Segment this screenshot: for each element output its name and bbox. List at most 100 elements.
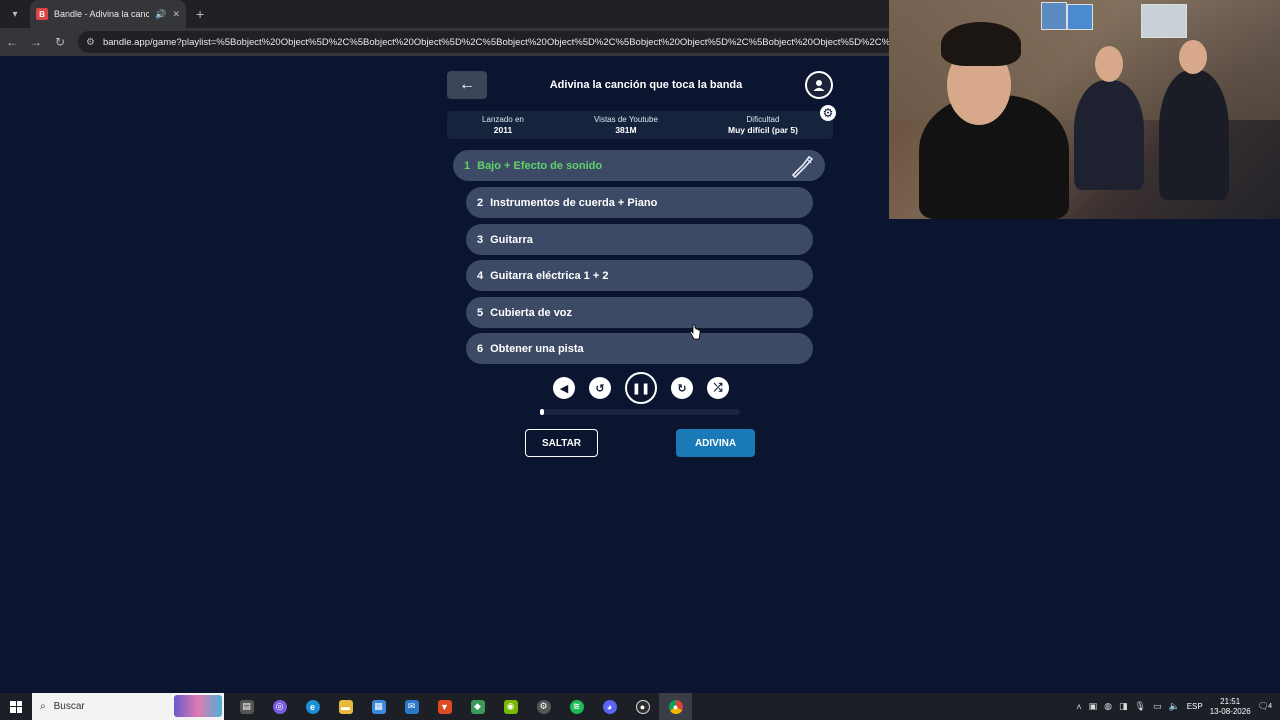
progress-fill	[540, 409, 544, 415]
search-highlight-image	[174, 695, 222, 717]
game-back-button[interactable]: ←	[447, 71, 487, 99]
nvidia-icon[interactable]: ◉	[494, 693, 527, 720]
track-number: 5	[477, 306, 484, 319]
webcam-poster	[1067, 4, 1093, 30]
taskbar-search-input[interactable]: ⌕ Buscar	[32, 693, 224, 720]
tray-app-icon[interactable]: ◨	[1119, 701, 1128, 712]
track-item-6[interactable]: 6 Obtener una pista	[466, 333, 813, 364]
player-controls: ◀︎ ↺ ❚❚ ↻ ⤮	[553, 372, 729, 404]
settings-gear-icon[interactable]: ⚙	[820, 105, 836, 121]
settings-icon[interactable]: ⚙	[527, 693, 560, 720]
profile-icon[interactable]	[805, 71, 833, 99]
track-item-1[interactable]: 1 Bajo + Efecto de sonido	[453, 150, 825, 181]
file-explorer-icon[interactable]: ▬	[329, 693, 362, 720]
task-view-icon[interactable]: ▤	[230, 693, 263, 720]
search-placeholder: Buscar	[53, 701, 85, 712]
reload-icon[interactable]: ↻	[48, 30, 72, 54]
shuffle-off-icon[interactable]: ⤮	[707, 377, 729, 399]
system-tray: ˄ ▣ ◍ ◨ 🎙 ▭ 🔈 ESP 21:51 13-08-2026 🗨 4	[1076, 693, 1280, 720]
info-value: 381M	[615, 125, 637, 135]
track-number: 6	[477, 342, 484, 355]
forward-arrow-icon[interactable]: →	[24, 30, 48, 54]
taskbar-apps: ▤ ◎ e ▬ ▦ ✉ ▼ ◆ ◉ ⚙ ≋ ◕ ● ●	[230, 693, 692, 720]
webcam-person-3	[1159, 70, 1229, 200]
song-info-bar: Lanzado en 2011 Vistas de Youtube 381M D…	[447, 111, 833, 139]
track-number: 4	[477, 269, 484, 282]
info-difficulty: Dificultad Muy difícil (par 5)	[728, 115, 798, 135]
search-icon: ⌕	[40, 701, 46, 712]
info-label: Vistas de Youtube	[593, 115, 658, 124]
info-value: 2011	[493, 125, 513, 135]
chrome-icon[interactable]: ●	[659, 693, 692, 720]
windows-taskbar: ⌕ Buscar ▤ ◎ e ▬ ▦ ✉ ▼ ◆ ◉ ⚙ ≋ ◕ ● ● ˄ ▣…	[0, 693, 1280, 720]
track-item-5[interactable]: 5 Cubierta de voz	[466, 297, 813, 328]
skip-button[interactable]: SALTAR	[525, 429, 598, 457]
network-icon[interactable]: ▭	[1153, 701, 1162, 712]
info-views: Vistas de Youtube 381M	[594, 115, 658, 135]
track-label: Bajo + Efecto de sonido	[477, 159, 603, 172]
playback-progress-bar[interactable]	[540, 409, 740, 415]
info-value: Muy difícil (par 5)	[728, 125, 798, 135]
discord-icon[interactable]: ◕	[593, 693, 626, 720]
webcam-overlay	[889, 0, 1280, 219]
brave-icon[interactable]: ▼	[428, 693, 461, 720]
site-info-icon[interactable]: ⚙	[86, 37, 95, 48]
track-label: Obtener una pista	[490, 342, 584, 355]
guess-button[interactable]: ADIVINA	[676, 429, 755, 457]
track-label: Cubierta de voz	[490, 306, 573, 319]
volume-icon[interactable]: ◀︎	[553, 377, 575, 399]
track-number: 1	[464, 159, 471, 172]
track-item-4[interactable]: 4 Guitarra eléctrica 1 + 2	[466, 260, 813, 291]
webcam-person-2	[1074, 80, 1144, 190]
speaker-icon[interactable]: 🔊	[155, 9, 166, 20]
app-icon[interactable]: ◆	[461, 693, 494, 720]
track-number: 3	[477, 233, 484, 246]
track-item-3[interactable]: 3 Guitarra	[466, 224, 813, 255]
pause-icon[interactable]: ❚❚	[625, 372, 657, 404]
new-tab-icon[interactable]: +	[196, 6, 204, 22]
webcam-hair	[941, 22, 1021, 66]
store-icon[interactable]: ▦	[362, 693, 395, 720]
windows-logo-icon	[10, 700, 22, 713]
track-label: Instrumentos de cuerda + Piano	[490, 196, 658, 209]
tray-app-icon[interactable]: ◍	[1104, 701, 1112, 712]
microphone-icon[interactable]: 🎙	[1135, 701, 1146, 712]
hand-cursor-icon	[689, 324, 701, 340]
info-label: Lanzado en	[482, 115, 524, 124]
clock-date: 13-08-2026	[1209, 706, 1251, 716]
webcam-head	[1179, 40, 1207, 74]
back-arrow-icon[interactable]: ←	[0, 30, 24, 54]
game-header: ← Adivina la canción que toca la banda	[447, 70, 833, 100]
spotify-icon[interactable]: ≋	[560, 693, 593, 720]
track-item-2[interactable]: 2 Instrumentos de cuerda + Piano	[466, 187, 813, 218]
forward-5-icon[interactable]: ↻	[671, 377, 693, 399]
guitar-icon	[791, 155, 814, 179]
webcam-poster	[1141, 4, 1187, 38]
clock-time: 21:51	[1220, 696, 1241, 706]
webcam-head	[1095, 46, 1123, 82]
tab-search-icon[interactable]: ▾	[4, 3, 26, 25]
language-indicator[interactable]: ESP	[1187, 702, 1203, 711]
info-label: Dificultad	[746, 115, 780, 124]
tray-app-icon[interactable]: ▣	[1089, 701, 1098, 712]
chevron-up-icon[interactable]: ˄	[1076, 702, 1081, 712]
info-release: Lanzado en 2011	[482, 115, 524, 135]
close-tab-icon[interactable]: ✕	[172, 9, 180, 20]
browser-tab[interactable]: B Bandle - Adivina la canción 🔊 ✕	[30, 0, 186, 28]
webcam-poster	[1041, 2, 1067, 30]
track-number: 2	[477, 196, 484, 209]
obs-icon[interactable]: ●	[626, 693, 659, 720]
game-title: Adivina la canción que toca la banda	[549, 79, 743, 91]
bandle-favicon-icon: B	[36, 8, 48, 20]
clock[interactable]: 21:51 13-08-2026	[1210, 697, 1251, 717]
copilot-icon[interactable]: ◎	[263, 693, 296, 720]
speaker-icon[interactable]: 🔈	[1169, 701, 1180, 712]
rewind-5-icon[interactable]: ↺	[589, 377, 611, 399]
edge-icon[interactable]: e	[296, 693, 329, 720]
track-label: Guitarra eléctrica 1 + 2	[490, 269, 609, 282]
track-label: Guitarra	[490, 233, 533, 246]
start-button[interactable]	[0, 693, 32, 720]
tab-title: Bandle - Adivina la canción	[54, 9, 150, 19]
notifications-count: 4	[1268, 703, 1272, 710]
mail-icon[interactable]: ✉	[395, 693, 428, 720]
